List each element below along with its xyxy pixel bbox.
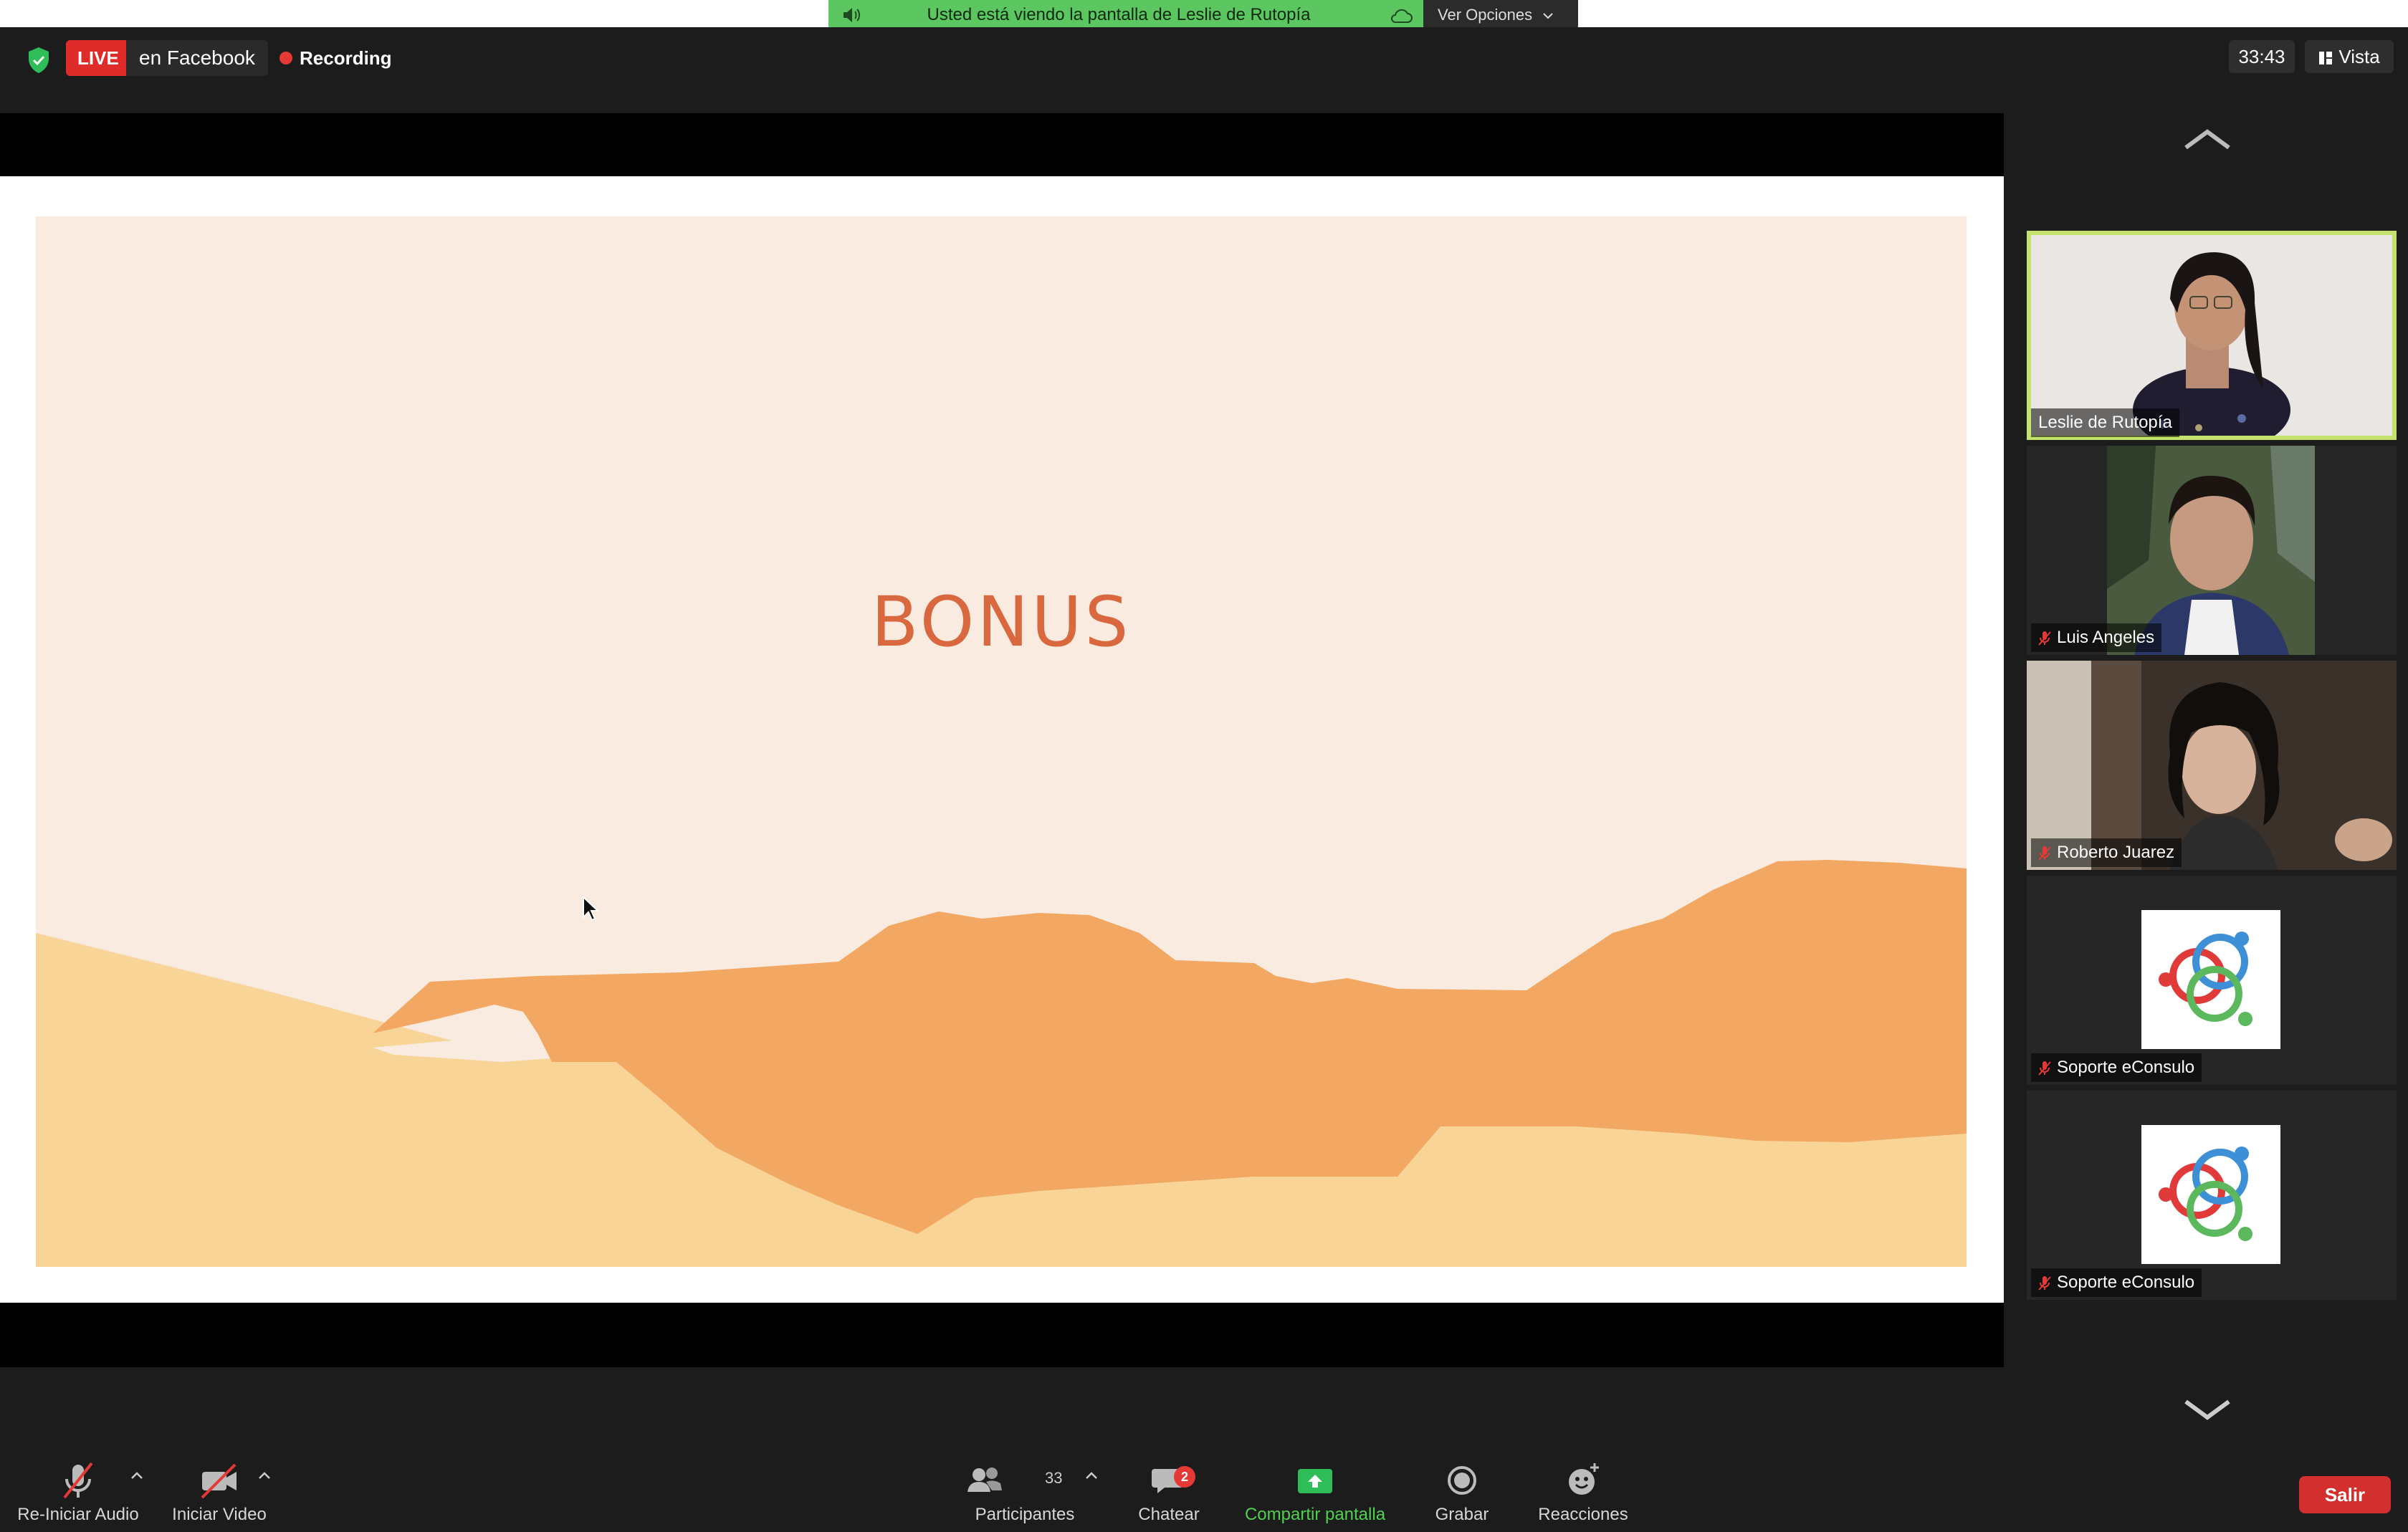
participants-label: Participantes (975, 1505, 1075, 1524)
mic-muted-icon (2038, 1061, 2051, 1076)
participant-tile-soporte-2[interactable]: Soporte eConsulo (2027, 1091, 2397, 1300)
participant-video-sidebar: Leslie de Rutopía Luis Angeles Roberto J… (2004, 113, 2408, 1453)
participant-name: Luis Angeles (2057, 628, 2155, 647)
share-screen-label: Compartir pantalla (1244, 1505, 1386, 1524)
view-options-label: Ver Opciones (1438, 6, 1533, 24)
participant-name-tag: Soporte eConsulo (2031, 1268, 2202, 1297)
reactions-label: Reacciones (1538, 1505, 1628, 1524)
meeting-toolbar: Re-Iniciar Audio Iniciar Video 33 Partic… (0, 1453, 2408, 1532)
record-dot-icon (280, 52, 292, 65)
recording-indicator[interactable]: Recording (280, 44, 392, 72)
meeting-top-bar: LIVE en Facebook Recording 33:43 Vista (0, 27, 2408, 113)
participants-icon-wrap: 33 (960, 1460, 1089, 1500)
mic-muted-icon (2038, 631, 2051, 646)
shield-icon[interactable] (26, 46, 52, 75)
participant-name-tag: Soporte eConsulo (2031, 1053, 2202, 1082)
mic-muted-icon (63, 1462, 93, 1499)
presentation-slide: BONUS (36, 216, 1967, 1267)
view-button[interactable]: Vista (2305, 40, 2394, 73)
chevron-down-icon[interactable] (2179, 1396, 2236, 1425)
participant-name: Soporte eConsulo (2057, 1058, 2195, 1077)
participants-button[interactable]: 33 Participantes (960, 1460, 1089, 1529)
chat-label: Chatear (1138, 1505, 1200, 1524)
slide-title: BONUS (871, 582, 1132, 662)
participant-tile-luis[interactable]: Luis Angeles (2027, 446, 2397, 655)
participant-name-tag: Roberto Juarez (2031, 838, 2182, 867)
shared-screen: BONUS (0, 176, 2004, 1303)
participants-icon (968, 1468, 1002, 1492)
participant-name-tag: Leslie de Rutopía (2031, 408, 2179, 437)
participant-name: Leslie de Rutopía (2038, 413, 2172, 432)
chevron-up-icon[interactable] (2179, 125, 2236, 153)
live-badge[interactable]: LIVE (66, 40, 130, 76)
leave-meeting-button[interactable]: Salir (2299, 1476, 2391, 1513)
view-label: Vista (2338, 46, 2380, 67)
chevron-up-icon[interactable] (130, 1470, 143, 1480)
mic-muted-icon (2038, 1275, 2051, 1291)
record-label: Grabar (1435, 1505, 1489, 1524)
chat-unread-badge: 2 (1174, 1466, 1195, 1488)
participants-count: 33 (1045, 1469, 1063, 1487)
participant-tile-roberto[interactable]: Roberto Juarez (2027, 661, 2397, 870)
participant-name: Soporte eConsulo (2057, 1273, 2195, 1292)
shared-screen-area: BONUS (0, 113, 2004, 1367)
share-banner-text: Usted está viendo la pantalla de Leslie … (927, 5, 1311, 24)
mic-muted-icon (2038, 846, 2051, 861)
video-label: Iniciar Video (172, 1505, 267, 1524)
audio-label: Re-Iniciar Audio (17, 1505, 139, 1524)
share-screen-button[interactable]: Compartir pantalla (1233, 1460, 1398, 1529)
emoji-add-icon (1569, 1463, 1599, 1495)
chevron-down-icon (1543, 13, 1553, 19)
record-button[interactable]: Grabar (1419, 1460, 1505, 1529)
participant-tile-leslie[interactable]: Leslie de Rutopía (2027, 231, 2397, 440)
participant-tile-soporte-1[interactable]: Soporte eConsulo (2027, 876, 2397, 1085)
chevron-up-icon[interactable] (1085, 1470, 1098, 1480)
meeting-timer: 33:43 (2229, 40, 2295, 73)
view-options-button[interactable]: Ver Opciones (1423, 0, 1578, 30)
participant-name-tag: Luis Angeles (2031, 623, 2162, 652)
recording-label: Recording (300, 47, 392, 69)
reactions-button[interactable]: Reacciones (1529, 1460, 1637, 1529)
camera-off-icon (201, 1463, 236, 1499)
screen-share-banner: Usted está viendo la pantalla de Leslie … (828, 0, 1423, 30)
chat-button[interactable]: Chatear 2 (1122, 1460, 1215, 1529)
participant-name: Roberto Juarez (2057, 843, 2175, 862)
landscape-illustration (36, 860, 1967, 1267)
share-screen-icon (1298, 1469, 1332, 1493)
mouse-cursor-icon (583, 896, 599, 921)
audio-button[interactable]: Re-Iniciar Audio (10, 1460, 146, 1529)
live-platform-label[interactable]: en Facebook (126, 40, 268, 76)
chevron-up-icon[interactable] (258, 1470, 271, 1480)
grid-view-icon (2319, 52, 2333, 65)
record-icon (1448, 1466, 1476, 1495)
cloud-icon (1391, 9, 1413, 23)
